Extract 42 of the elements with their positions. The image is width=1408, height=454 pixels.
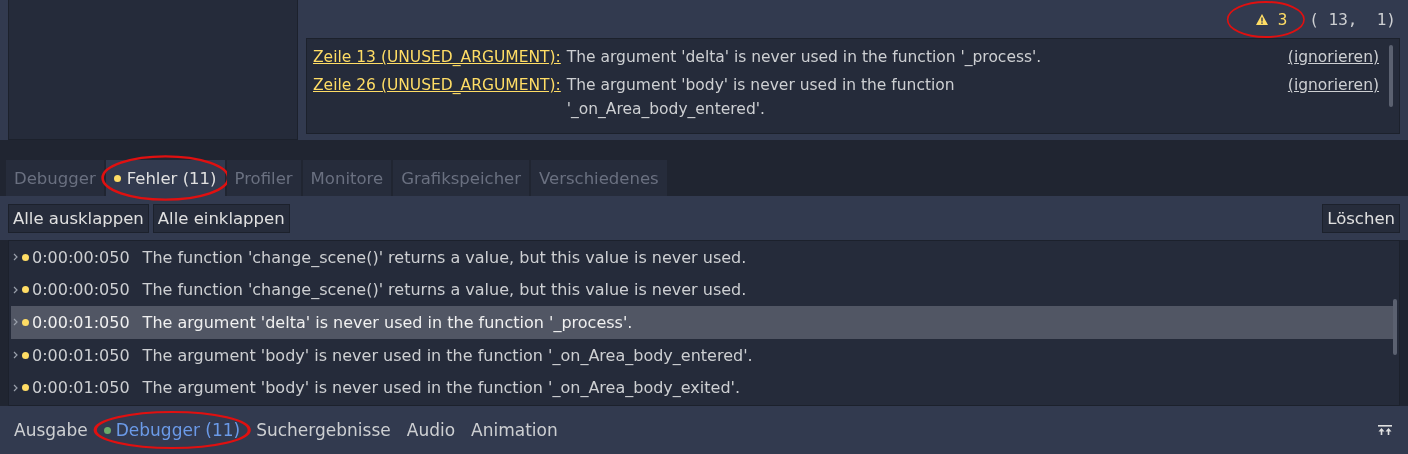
log-message: The argument 'body' is never used in the function '_on_Area_body_exited'. [142, 378, 741, 398]
expand-icon[interactable] [13, 253, 18, 262]
line-link[interactable]: Zeile 26 (UNUSED_ARGUMENT): [313, 73, 561, 121]
panel-tab[interactable]: Ausgabe [8, 416, 94, 444]
timestamp: 0:00:01:050 [32, 313, 130, 332]
log-message: The function 'change_scene()' returns a value, but this value is never used. [142, 247, 747, 267]
log-message: The argument 'body' is never used in the function '_on_Area_body_entered'. [142, 345, 753, 365]
warning-dot [22, 319, 29, 326]
expand-panel-icon[interactable] [1378, 425, 1392, 435]
timestamp: 0:00:01:050 [32, 345, 130, 365]
log-message: The function 'change_scene()' returns a value, but this value is never used. [142, 280, 747, 300]
warning-dot [22, 286, 29, 294]
log-row[interactable]: 0:00:01:050 The argument 'body' is never used in the function '_on_Area_body_exited'. [11, 371, 1393, 404]
clear-button[interactable]: Löschen [1322, 203, 1400, 233]
panel-tab[interactable]: Animation [465, 416, 564, 444]
toolbar-button[interactable]: Alle ausklappen [8, 203, 149, 233]
line-link[interactable]: Zeile 13 (UNUSED_ARGUMENT): [313, 45, 561, 69]
panel-tab[interactable]: Audio [400, 416, 462, 444]
ignore-link[interactable]: (ignorieren) [1287, 45, 1389, 69]
expand-icon[interactable] [13, 351, 18, 360]
warning-dot [22, 253, 29, 261]
expand-icon[interactable] [13, 285, 18, 294]
warning-message: The argument 'delta' is never used in the function '_process'. [566, 47, 1043, 68]
expand-icon[interactable] [13, 318, 18, 327]
log-message: The argument 'delta' is never used in the function '_process'. [142, 313, 633, 332]
ignore-link[interactable]: (ignorieren) [1287, 73, 1389, 121]
expand-icon[interactable] [13, 383, 18, 392]
warning-dot [22, 384, 29, 392]
timestamp: 0:00:00:050 [32, 247, 130, 267]
log-row[interactable]: 0:00:01:050 The argument 'body' is never used in the function '_on_Area_body_entered'. [11, 338, 1393, 372]
panel-tab[interactable]: Suchergebnisse [250, 416, 397, 444]
tab[interactable]: Fehler (11) [105, 160, 225, 196]
log-row[interactable]: 0:00:01:050 The argument 'delta' is never used in the function '_process'. [11, 306, 1393, 339]
cursor-position: ( 13, 1) [1309, 9, 1396, 29]
warning-dot [22, 351, 29, 359]
warning-icon [1255, 13, 1268, 25]
timestamp: 0:00:00:050 [32, 280, 130, 300]
warning-message: The argument 'body' is never used in the function '_on_Area_body_entered'. [566, 75, 956, 120]
log-row[interactable]: 0:00:00:050 The function 'change_scene()' returns a value, but this value is never used. [11, 241, 1393, 274]
timestamp: 0:00:01:050 [32, 378, 130, 398]
toolbar-button[interactable]: Alle einklappen [152, 203, 290, 233]
log-row[interactable]: 0:00:00:050 The function 'change_scene()' returns a value, but this value is never used. [11, 273, 1393, 307]
